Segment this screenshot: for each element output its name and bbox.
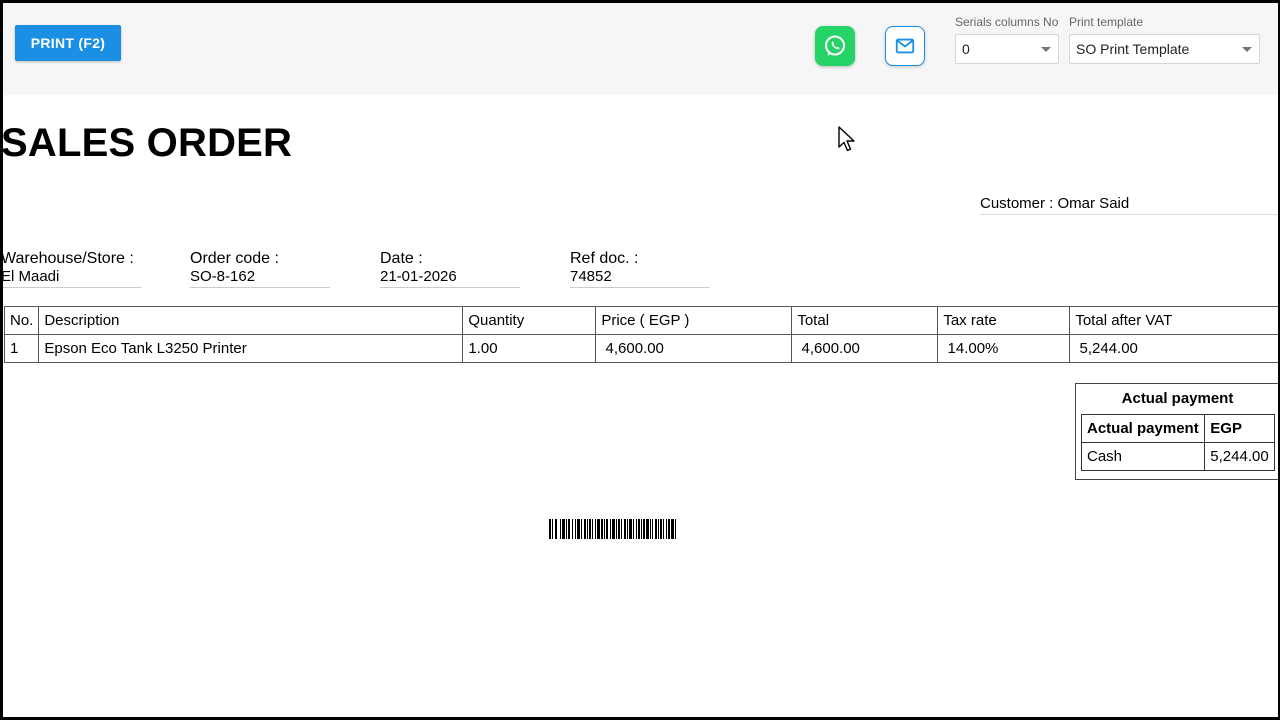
whatsapp-share-button[interactable] — [815, 26, 855, 66]
print-template-value: SO Print Template — [1076, 41, 1190, 57]
customer-name: Customer : Omar Said — [980, 195, 1278, 215]
payment-title: Actual payment — [1121, 390, 1234, 407]
items-table: No. Description Quantity Price ( EGP ) T… — [3, 306, 1278, 363]
payment-amount: 5,244.00 — [1204, 442, 1275, 471]
print-template-field: Print template SO Print Template — [1069, 15, 1260, 64]
column-header: Tax rate — [937, 306, 1071, 335]
column-header: Actual payment — [1080, 414, 1206, 443]
date-label: Date : — [380, 250, 423, 267]
print-template-select[interactable]: SO Print Template — [1069, 34, 1260, 64]
table-cell: Epson Eco Tank L3250 Printer — [38, 334, 464, 363]
table-cell: 4,600.00 — [791, 334, 939, 363]
serials-columns-value: 0 — [962, 41, 970, 57]
payment-header-row: Actual payment EGP — [1080, 414, 1275, 443]
table-cell: 14.00% — [937, 334, 1071, 363]
dropdown-arrow-icon — [1242, 47, 1252, 52]
serials-columns-field: Serials columns No 0 — [955, 15, 1059, 64]
column-header: Price ( EGP ) — [595, 306, 793, 335]
serials-columns-label: Serials columns No — [955, 15, 1059, 29]
column-header: Total — [791, 306, 939, 335]
table-cell: 1 — [3, 334, 40, 363]
table-row: Cash 5,244.00 — [1080, 442, 1275, 471]
dropdown-arrow-icon — [1041, 47, 1051, 52]
payment-table: Actual payment EGP Cash 5,244.00 — [1080, 414, 1275, 471]
mail-icon — [895, 38, 915, 54]
ref-doc-value: 74852 — [570, 268, 612, 285]
print-button[interactable]: PRINT (F2) — [15, 25, 121, 61]
table-cell: 5,244.00 — [1069, 334, 1278, 363]
column-header: Total after VAT — [1069, 306, 1278, 335]
column-header: Description — [38, 306, 464, 335]
date-value: 21-01-2026 — [380, 268, 457, 285]
table-row: 1 Epson Eco Tank L3250 Printer 1.00 4,60… — [3, 334, 1278, 363]
date-info: Date : 21-01-2026 — [380, 250, 520, 288]
table-cell: 4,600.00 — [595, 334, 793, 363]
print-preview-window: PRINT (F2) Serials columns No 0 Print te… — [0, 0, 1280, 720]
email-share-button[interactable] — [885, 26, 925, 66]
whatsapp-icon — [825, 35, 845, 56]
payment-method: Cash — [1080, 442, 1206, 471]
serials-columns-select[interactable]: 0 — [955, 34, 1059, 64]
payment-summary: Actual payment Actual payment EGP Cash 5… — [1075, 383, 1278, 480]
barcode — [549, 519, 737, 539]
table-header-row: No. Description Quantity Price ( EGP ) T… — [3, 306, 1278, 335]
document-title: SALES ORDER — [1, 121, 293, 165]
column-header: EGP — [1204, 414, 1275, 443]
warehouse-value: El Maadi — [1, 268, 60, 285]
mouse-cursor-icon — [838, 126, 855, 152]
order-code-label: Order code : — [190, 250, 279, 267]
table-cell: 1.00 — [462, 334, 597, 363]
warehouse-label: Warehouse/Store : — [1, 250, 134, 267]
order-code-value: SO-8-162 — [190, 268, 256, 285]
order-code-info: Order code : SO-8-162 — [190, 250, 330, 288]
column-header: Quantity — [462, 306, 597, 335]
column-header: No. — [3, 306, 40, 335]
toolbar: PRINT (F2) Serials columns No 0 Print te… — [3, 3, 1278, 95]
print-template-label: Print template — [1069, 15, 1144, 29]
ref-doc-info: Ref doc. : 74852 — [570, 250, 710, 288]
warehouse-info: Warehouse/Store : El Maadi — [1, 250, 141, 288]
ref-doc-label: Ref doc. : — [570, 250, 639, 267]
